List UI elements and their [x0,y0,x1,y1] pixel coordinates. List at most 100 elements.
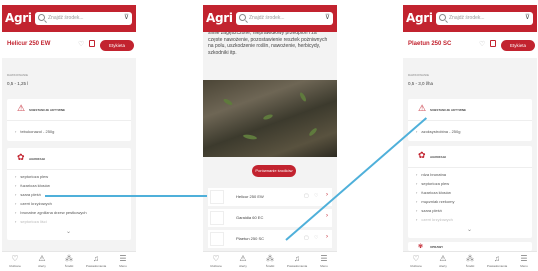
menu-icon: ☰ [119,254,127,263]
disease-item[interactable]: › fuzarioza kłosów [15,183,50,188]
product-name: Plaetun 250 SC [408,41,452,47]
nav-menu[interactable]: ☰ Menu [513,254,535,268]
compare-icon[interactable] [89,40,95,47]
comparison-item-name: Garaidia 60 EC [236,215,264,220]
comparison-item-name: Plaetun 250 SC [236,236,265,241]
nav-products[interactable]: ⁂ Środki [58,254,80,268]
nav-notifications[interactable]: ♫ Powiadomienia [486,254,508,268]
app-logo[interactable]: Agri [5,11,32,25]
substance-item[interactable]: › azoksystrobina - 250g [416,129,460,134]
heart-icon[interactable]: ♡ [314,235,318,241]
substances-card: ⚠ substancje aktywne › azoksystrobina - 2… [408,99,532,141]
products-icon: ⁂ [65,254,73,263]
comparison-item[interactable]: Plaetun 250 SC ▢ ♡ › [208,230,332,248]
diseases-title: agrofagi [430,155,447,159]
disease-item[interactable]: › rdza brunatna [416,172,446,177]
diseases-header: ✿ agrofagi [408,146,532,168]
product-thumbnail [210,190,224,204]
comparison-item-name: Helicur 250 EW [236,194,264,199]
compare-products-button[interactable]: Porównanie środków [252,165,296,177]
chevron-right-icon[interactable]: › [326,213,328,219]
warning-icon: ⚠ [38,254,46,263]
search-input[interactable]: Znajdź środek... ⊽ [35,12,132,25]
disease-item[interactable]: › szara pleśń [416,208,442,213]
compare-icon[interactable]: ▢ [304,193,309,199]
product-thumbnail [210,232,224,246]
chevron-right-icon: › [416,129,418,134]
app-logo[interactable]: Agri [206,11,233,25]
app-logo[interactable]: Agri [406,11,433,25]
nav-favorites[interactable]: ♡ Ulubione [405,254,427,268]
nav-notifications[interactable]: ♫ Powiadomienia [85,254,107,268]
nav-favorites[interactable]: ♡ Ulubione [205,254,227,268]
comparison-item[interactable]: Garaidia 60 EC › [208,209,332,227]
heart-icon[interactable]: ♡ [314,193,318,199]
filter-icon[interactable]: ⊽ [525,14,530,21]
disease-item[interactable]: › septorioza plew [15,174,48,179]
screen-comparison: silnie zagęszczone, nieprawidłowy przedp… [203,5,337,271]
nav-products[interactable]: ⁂ Środki [459,254,481,268]
heart-icon: ♡ [412,254,420,263]
screen-product-detail-1: Agri Znajdź środek... ⊽ Helicur 250 EW ♡… [2,5,136,271]
menu-icon: ☰ [320,254,328,263]
compare-icon[interactable] [490,40,496,47]
disease-item[interactable]: › brunatne zgnilizna drzew pestkowych [15,210,87,215]
chevron-right-icon[interactable]: › [326,192,328,198]
crops-card: ✾ uprawy [408,242,532,251]
diseases-card: ✿ agrofagi › septorioza plew › fuzarioza k… [7,148,131,240]
product-header: Plaetun 250 SC ♡ Etykieta [403,32,537,58]
product-thumbnail [210,211,224,225]
substance-item[interactable]: › tebukonazol - 250g [15,129,54,134]
nav-favorites[interactable]: ♡ Ulubione [4,254,26,268]
disease-item[interactable]: › czerń krzyżowych [416,217,453,222]
bell-icon: ♫ [294,254,300,263]
disease-item[interactable]: › septorioza plew [416,181,449,186]
crop-icon: ✾ [418,244,424,250]
nav-menu[interactable]: ☰ Menu [313,254,335,268]
photo-detail [262,113,274,121]
compare-icon[interactable]: ▢ [304,235,309,241]
photo-detail [308,127,318,137]
label-button[interactable]: Etykieta [100,40,134,51]
search-icon [239,14,246,21]
disease-item[interactable]: › szara pleśń [15,192,41,197]
nav-alerts[interactable]: ⚠ Alerty [31,254,53,268]
warning-icon: ⚠ [418,103,427,113]
search-placeholder: Znajdź środek... [48,15,84,21]
crops-title: uprawy [430,245,444,249]
dose-value: 0,5 - 3,0 l/ha [408,81,434,86]
expand-chevron-icon[interactable]: ⌄ [467,226,472,233]
warning-icon: ⚠ [239,254,247,263]
screen-product-detail-2: Agri Znajdź środek... ⊽ Plaetun 250 SC ♡… [403,5,537,271]
photo-detail [222,97,234,107]
label-button[interactable]: Etykieta [501,40,535,51]
chevron-right-icon[interactable]: › [326,234,328,240]
nav-notifications[interactable]: ♫ Powiadomienia [286,254,308,268]
search-input[interactable]: Znajdź środek... ⊽ [236,12,333,25]
favorite-icon[interactable]: ♡ [479,40,485,48]
expand-chevron-icon[interactable]: ⌄ [66,228,71,235]
nav-menu[interactable]: ☰ Menu [112,254,134,268]
substances-title: substancje aktywne [430,108,467,112]
search-input[interactable]: Znajdź środek... ⊽ [436,12,533,25]
products-icon: ⁂ [266,254,274,263]
diseases-header: ✿ agrofagi [7,148,131,170]
bottom-nav: ♡ Ulubione ⚠ Alerty ⁂ Środki ♫ Powiadomienia… [2,251,136,271]
favorite-icon[interactable]: ♡ [78,40,84,48]
filter-icon[interactable]: ⊽ [124,14,129,21]
filter-icon[interactable]: ⊽ [325,14,330,21]
nav-alerts[interactable]: ⚠ Alerty [232,254,254,268]
product-header: Helicur 250 EW ♡ Etykieta [2,32,136,58]
chevron-right-icon: › [15,129,17,134]
products-icon: ⁂ [466,254,474,263]
disease-item[interactable]: › mączniak rzekomy [416,199,454,204]
disease-item[interactable]: › septorioza liści [15,219,47,224]
nav-products[interactable]: ⁂ Środki [259,254,281,268]
comparison-item[interactable]: Helicur 250 EW ▢ ♡ › [208,188,332,206]
search-icon [38,14,45,21]
warning-icon: ⚠ [17,103,26,113]
bug-icon: ✿ [418,150,426,160]
disease-item[interactable]: › czerń krzyżowych [15,201,52,206]
disease-item[interactable]: › fuzarioza kłosów [416,190,451,195]
nav-alerts[interactable]: ⚠ Alerty [432,254,454,268]
